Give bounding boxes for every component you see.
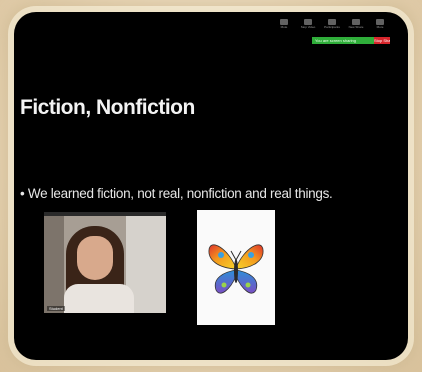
video-background-door xyxy=(44,216,64,313)
new-share-label: New Share xyxy=(348,25,364,29)
butterfly-image-card xyxy=(197,210,275,325)
more-label: More xyxy=(376,25,384,29)
mute-label: Mute xyxy=(280,25,288,29)
participants-button[interactable]: Participants xyxy=(322,19,342,33)
participant-shirt xyxy=(64,284,134,313)
participants-label: Participants xyxy=(324,25,340,29)
new-share-button[interactable]: New Share xyxy=(346,19,366,33)
participants-icon xyxy=(328,19,336,25)
participant-name: Student xyxy=(47,306,65,311)
mute-icon xyxy=(280,19,288,25)
stop-video-label: Stop Video xyxy=(300,25,316,29)
more-button[interactable]: More xyxy=(370,19,390,33)
slide-bullet: • We learned fiction, not real, nonficti… xyxy=(20,186,333,201)
stop-video-button[interactable]: Stop Video xyxy=(298,19,318,33)
screen-share-window: Mute Stop Video Participants New Share M… xyxy=(14,12,408,360)
meeting-toolbar: Mute Stop Video Participants New Share M… xyxy=(274,18,390,34)
screen-sharing-bar: You are screen sharing Stop Share xyxy=(312,37,390,44)
participant-face xyxy=(77,236,113,280)
butterfly-icon xyxy=(208,244,264,294)
mute-button[interactable]: Mute xyxy=(274,19,294,33)
share-icon xyxy=(352,19,360,25)
participant-video-tile[interactable]: Student xyxy=(44,212,166,313)
sharing-status: You are screen sharing xyxy=(312,37,374,44)
slide-title: Fiction, Nonfiction xyxy=(20,96,195,119)
stop-share-button[interactable]: Stop Share xyxy=(374,37,390,44)
video-icon xyxy=(304,19,312,25)
more-icon xyxy=(376,19,384,25)
